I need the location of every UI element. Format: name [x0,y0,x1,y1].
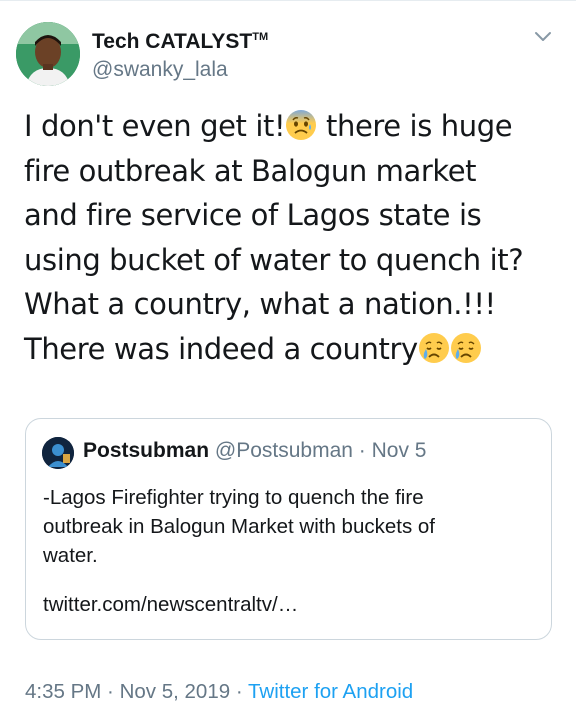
quoted-date[interactable]: Nov 5 [372,439,427,462]
tweet-meta: 4:35 PM · Nov 5, 2019 · Twitter for Andr… [25,680,413,704]
tweet-line: What a country, what a nation.!!! [24,287,496,321]
author-avatar[interactable] [16,22,80,86]
quoted-author-avatar[interactable] [42,437,74,469]
author-handle[interactable]: @swanky_lala [92,55,268,85]
tweet-header: Tech CATALYSTTM @swanky_lala [16,20,560,90]
tweet-line: using bucket of water to quench it? [24,242,524,277]
tweet-time[interactable]: 4:35 PM [25,680,101,703]
quoted-text-line: outbreak in Balogun Market with buckets … [43,515,435,538]
crying-face-icon [418,332,449,363]
tweet-line: I don't even get it! there is huge [24,109,513,143]
quoted-link[interactable]: twitter.com/newscentraltv/… [43,593,298,617]
quoted-author-handle[interactable]: @Postsubman [215,439,353,462]
tweet-date[interactable]: Nov 5, 2019 [120,680,231,703]
fearful-face-icon [286,110,317,140]
author-display-name[interactable]: Tech CATALYSTTM [92,24,268,55]
quoted-header: Postsubman @Postsubman · Nov 5 [83,436,426,466]
trademark-mark: TM [252,31,269,43]
tweet-text: I don't even get it! there is huge fire … [24,104,564,371]
crying-face-icon [450,332,481,363]
tweet-source-link[interactable]: Twitter for Android [248,680,413,703]
quoted-author-name[interactable]: Postsubman [83,439,209,462]
quoted-tweet[interactable]: Postsubman @Postsubman · Nov 5 -Lagos Fi… [25,418,552,640]
chevron-down-icon[interactable] [532,26,554,48]
tweet-line: fire outbreak at Balogun market [24,153,477,188]
quoted-text-line: -Lagos Firefighter trying to quench the … [43,486,424,509]
meta-separator: · [230,680,248,703]
tweet-line: and fire service of Lagos state is [24,198,482,232]
quoted-text-line: water. [43,544,98,567]
meta-separator: · [101,680,120,703]
separator-dot: · [358,439,366,462]
quoted-text: -Lagos Firefighter trying to quench the … [43,483,533,570]
top-divider [0,0,576,1]
tweet-line: There was indeed a country [24,327,564,372]
